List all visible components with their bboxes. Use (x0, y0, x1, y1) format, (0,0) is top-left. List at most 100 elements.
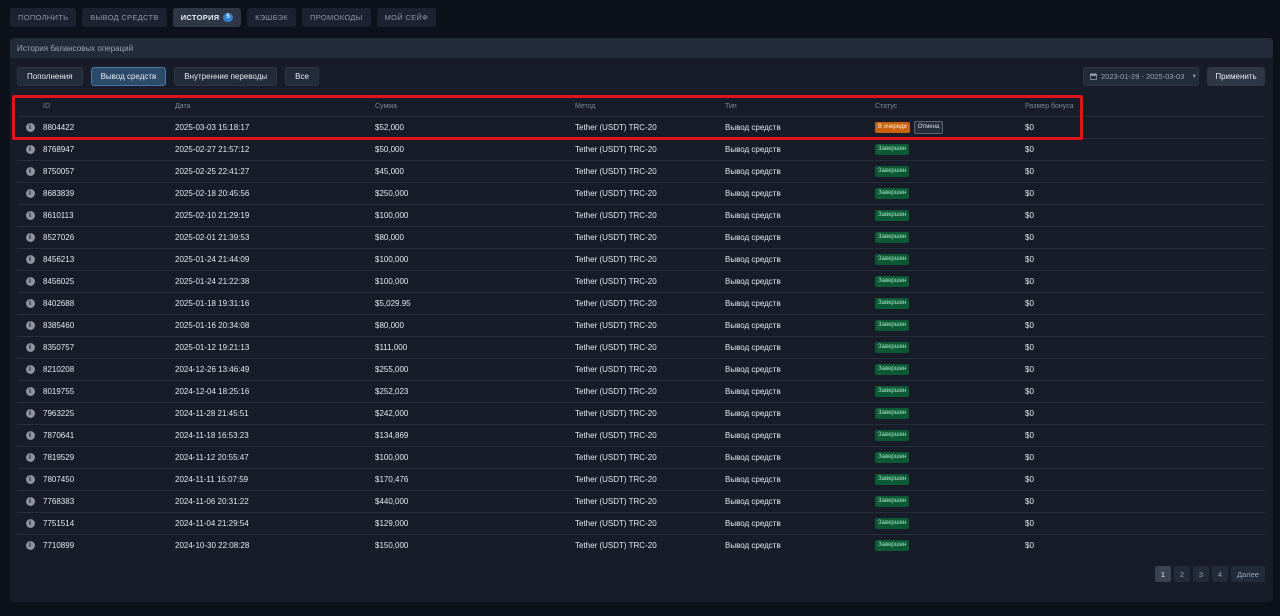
cell-date: 2025-02-27 21:57:12 (175, 145, 250, 154)
next-page-button[interactable]: Далее (1231, 566, 1265, 582)
cell-method: Tether (USDT) TRC-20 (575, 189, 657, 198)
info-icon[interactable]: i (25, 475, 35, 484)
cell-type: Вывод средств (725, 387, 781, 396)
page-2-button[interactable]: 2 (1174, 566, 1190, 582)
cell-date: 2025-02-18 20:45:56 (175, 189, 250, 198)
cancel-button[interactable]: Отмена (913, 121, 944, 134)
cell-id: 7870641 (43, 431, 75, 440)
status-badge: Завершен (875, 452, 910, 463)
cell-id: 8402688 (43, 299, 75, 308)
cell-bonus: $0 (1025, 255, 1034, 264)
cell-sum: $252,023 (375, 387, 409, 396)
cell-status: Завершен (875, 452, 1025, 463)
page-1-button[interactable]: 1 (1155, 566, 1171, 582)
info-icon[interactable]: i (25, 299, 35, 308)
tab-history[interactable]: История 5 (172, 8, 242, 27)
cell-sum: $50,000 (375, 145, 404, 154)
info-icon[interactable]: i (25, 497, 35, 506)
cell-id: 8456213 (43, 255, 75, 264)
cell-date: 2025-02-10 21:29:19 (175, 211, 250, 220)
filter-all-button[interactable]: Все (285, 67, 319, 86)
table-row: i 7870641 2024-11-18 16:53:23 $134,869 T… (17, 424, 1265, 446)
cell-id: 7807450 (43, 475, 75, 484)
cell-id: 7819529 (43, 453, 75, 462)
cell-sum: $250,000 (375, 189, 409, 198)
cell-sum: $100,000 (375, 255, 409, 264)
cell-bonus: $0 (1025, 145, 1034, 154)
tab-label: Мой сейф (384, 13, 429, 22)
table-row: i 7807450 2024-11-11 15:07:59 $170,476 T… (17, 468, 1265, 490)
cell-bonus: $0 (1025, 409, 1034, 418)
cell-type: Вывод средств (725, 123, 781, 132)
table-row: i 8019755 2024-12-04 18:25:16 $252,023 T… (17, 380, 1265, 402)
info-icon[interactable]: i (25, 365, 35, 374)
info-icon[interactable]: i (25, 277, 35, 286)
info-icon[interactable]: i (25, 387, 35, 396)
info-icon[interactable]: i (25, 541, 35, 550)
info-icon[interactable]: i (25, 123, 35, 132)
info-icon[interactable]: i (25, 519, 35, 528)
cell-method: Tether (USDT) TRC-20 (575, 541, 657, 550)
cell-method: Tether (USDT) TRC-20 (575, 277, 657, 286)
date-range-picker[interactable]: 2023-01-29 - 2025-03-03 ▼ (1083, 67, 1199, 86)
info-icon[interactable]: i (25, 453, 35, 462)
table-header: ID Дата Сумма Метод Тип Статус Размер бо… (17, 96, 1265, 116)
page-3-button[interactable]: 3 (1193, 566, 1209, 582)
tab-my-safe[interactable]: Мой сейф (376, 8, 437, 27)
tab-deposit[interactable]: Пополнить (10, 8, 77, 27)
cell-id: 8768947 (43, 145, 75, 154)
cell-method: Tether (USDT) TRC-20 (575, 365, 657, 374)
table-row: i 8683839 2025-02-18 20:45:56 $250,000 T… (17, 182, 1265, 204)
tab-cashback[interactable]: Кэшбэк (247, 8, 297, 27)
cell-sum: $129,000 (375, 519, 409, 528)
tab-promocodes[interactable]: Промокоды (302, 8, 371, 27)
tab-withdraw[interactable]: Вывод средств (82, 8, 167, 27)
info-icon[interactable]: i (25, 211, 35, 220)
filter-internal-transfers-button[interactable]: Внутренние переводы (174, 67, 278, 86)
info-icon[interactable]: i (25, 233, 35, 242)
cell-method: Tether (USDT) TRC-20 (575, 123, 657, 132)
table-row: i 7819529 2024-11-12 20:55:47 $100,000 T… (17, 446, 1265, 468)
info-icon[interactable]: i (25, 189, 35, 198)
cell-method: Tether (USDT) TRC-20 (575, 211, 657, 220)
cell-method: Tether (USDT) TRC-20 (575, 453, 657, 462)
info-icon[interactable]: i (25, 167, 35, 176)
cell-date: 2025-01-24 21:22:38 (175, 277, 250, 286)
cell-date: 2025-02-01 21:39:53 (175, 233, 250, 242)
cell-type: Вывод средств (725, 541, 781, 550)
cell-type: Вывод средств (725, 255, 781, 264)
info-icon[interactable]: i (25, 145, 35, 154)
cell-bonus: $0 (1025, 211, 1034, 220)
cell-bonus: $0 (1025, 541, 1034, 550)
cell-date: 2024-11-18 16:53:23 (175, 431, 249, 440)
info-icon[interactable]: i (25, 255, 35, 264)
table-row: i 8456213 2025-01-24 21:44:09 $100,000 T… (17, 248, 1265, 270)
cell-sum: $134,869 (375, 431, 409, 440)
table-row: i 8210208 2024-12-26 13:46:49 $255,000 T… (17, 358, 1265, 380)
cell-type: Вывод средств (725, 497, 781, 506)
status-badge: Завершен (875, 540, 910, 551)
apply-button[interactable]: Применить (1207, 67, 1265, 86)
status-badge: Завершен (875, 298, 910, 309)
cell-sum: $440,000 (375, 497, 409, 506)
info-icon[interactable]: i (25, 431, 35, 440)
cell-date: 2024-10-30 22:08:28 (175, 541, 250, 550)
cell-id: 8019755 (43, 387, 75, 396)
page-4-button[interactable]: 4 (1212, 566, 1228, 582)
cell-date: 2024-12-26 13:46:49 (175, 365, 250, 374)
cell-method: Tether (USDT) TRC-20 (575, 233, 657, 242)
cell-type: Вывод средств (725, 431, 781, 440)
info-icon[interactable]: i (25, 343, 35, 352)
status-badge: Завершен (875, 408, 910, 419)
filter-withdrawals-button[interactable]: Вывод средств (90, 67, 167, 86)
cell-status: Завершен (875, 232, 1025, 243)
status-badge: Завершен (875, 254, 910, 265)
info-icon[interactable]: i (25, 409, 35, 418)
cell-date: 2024-11-11 15:07:59 (175, 475, 249, 484)
filter-deposits-button[interactable]: Пополнения (17, 67, 83, 86)
balance-history-panel: История балансовых операций Пополнения В… (10, 38, 1273, 602)
cell-date: 2024-11-28 21:45:51 (175, 409, 249, 418)
info-icon[interactable]: i (25, 321, 35, 330)
column-header-id: ID (43, 102, 50, 110)
cell-sum: $170,476 (375, 475, 409, 484)
